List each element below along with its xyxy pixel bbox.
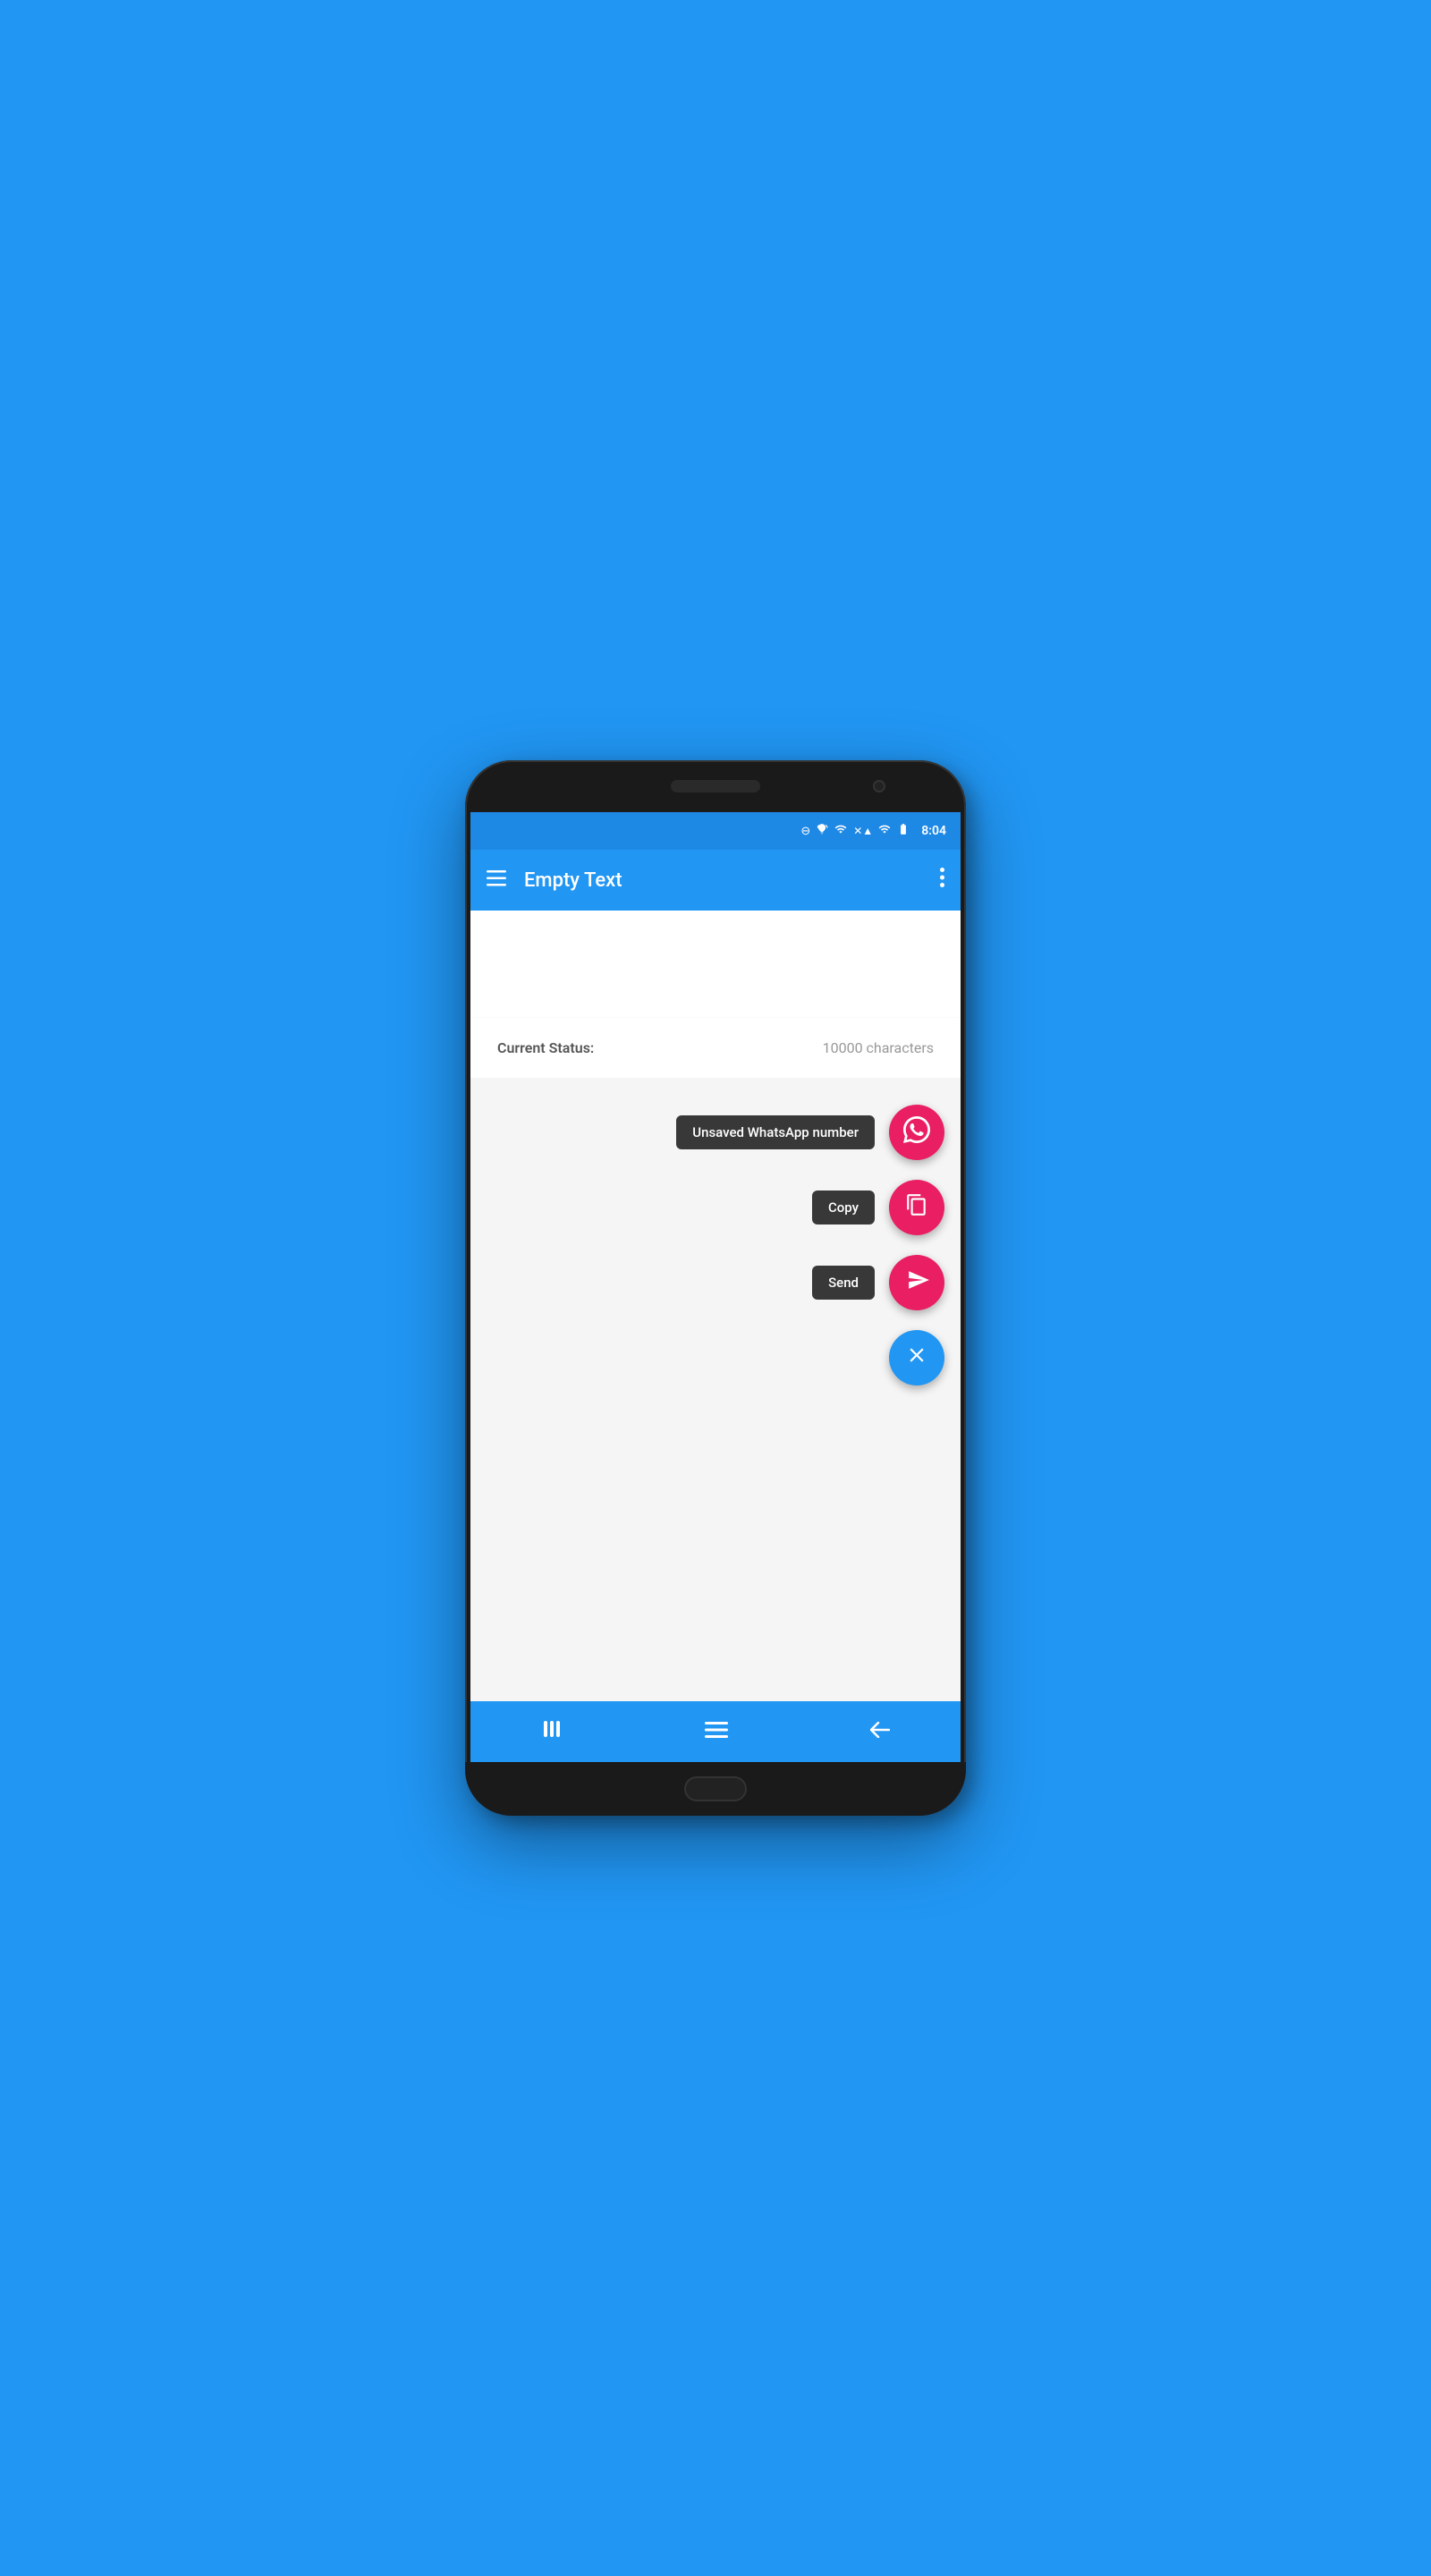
copy-fab-label: Copy xyxy=(812,1191,875,1224)
wifi-icon xyxy=(834,823,848,839)
whatsapp-fab-row: Unsaved WhatsApp number xyxy=(676,1105,944,1160)
send-fab-label: Send xyxy=(812,1266,875,1300)
status-time: 8:04 xyxy=(921,824,946,838)
status-icons: ⊖ ✕▲ xyxy=(800,823,910,839)
status-value: 10000 characters xyxy=(823,1039,934,1056)
fab-area: Unsaved WhatsApp number Co xyxy=(470,1078,961,1701)
close-fab-button[interactable] xyxy=(889,1330,944,1385)
copy-fab-button[interactable] xyxy=(889,1180,944,1235)
nav-menu-icon[interactable] xyxy=(705,1721,728,1743)
phone-camera xyxy=(873,780,885,792)
whatsapp-fab-button[interactable] xyxy=(889,1105,944,1160)
status-label: Current Status: xyxy=(497,1039,594,1056)
battery-icon xyxy=(896,823,910,839)
status-card: Current Status: 10000 characters xyxy=(470,1018,961,1078)
hamburger-icon[interactable] xyxy=(487,870,506,891)
phone-bottom xyxy=(465,1762,966,1816)
app-title: Empty Text xyxy=(524,869,940,892)
app-bar: Empty Text xyxy=(470,850,961,911)
copy-fab-row: Copy xyxy=(812,1180,944,1235)
more-vertical-icon[interactable] xyxy=(940,868,944,893)
signal-x-icon: ✕▲ xyxy=(853,825,873,837)
send-icon xyxy=(907,1268,930,1297)
signal-icon xyxy=(878,823,891,839)
nav-back-icon[interactable] xyxy=(870,1721,890,1743)
phone-shadow xyxy=(9,18,510,1073)
whatsapp-fab-label: Unsaved WhatsApp number xyxy=(676,1115,875,1149)
nav-lines-icon[interactable] xyxy=(541,1720,563,1743)
text-input-area[interactable] xyxy=(470,911,961,1018)
alarm-icon xyxy=(816,823,828,839)
phone-screen: ⊖ ✕▲ xyxy=(470,812,961,1762)
phone-shell: ⊖ ✕▲ xyxy=(465,760,966,1816)
copy-icon xyxy=(905,1193,928,1222)
close-fab-row xyxy=(889,1330,944,1385)
send-fab-button[interactable] xyxy=(889,1255,944,1310)
phone-top-bar xyxy=(465,760,966,812)
close-icon xyxy=(905,1343,928,1372)
page-wrapper: ⊖ ✕▲ xyxy=(0,0,1431,2576)
send-fab-row: Send xyxy=(812,1255,944,1310)
home-button[interactable] xyxy=(684,1776,747,1801)
dnd-icon: ⊖ xyxy=(800,825,810,838)
phone-speaker xyxy=(671,780,760,792)
status-bar: ⊖ ✕▲ xyxy=(470,812,961,850)
content-area: Current Status: 10000 characters Unsaved… xyxy=(470,911,961,1701)
whatsapp-icon xyxy=(903,1116,930,1149)
bottom-nav xyxy=(470,1701,961,1762)
